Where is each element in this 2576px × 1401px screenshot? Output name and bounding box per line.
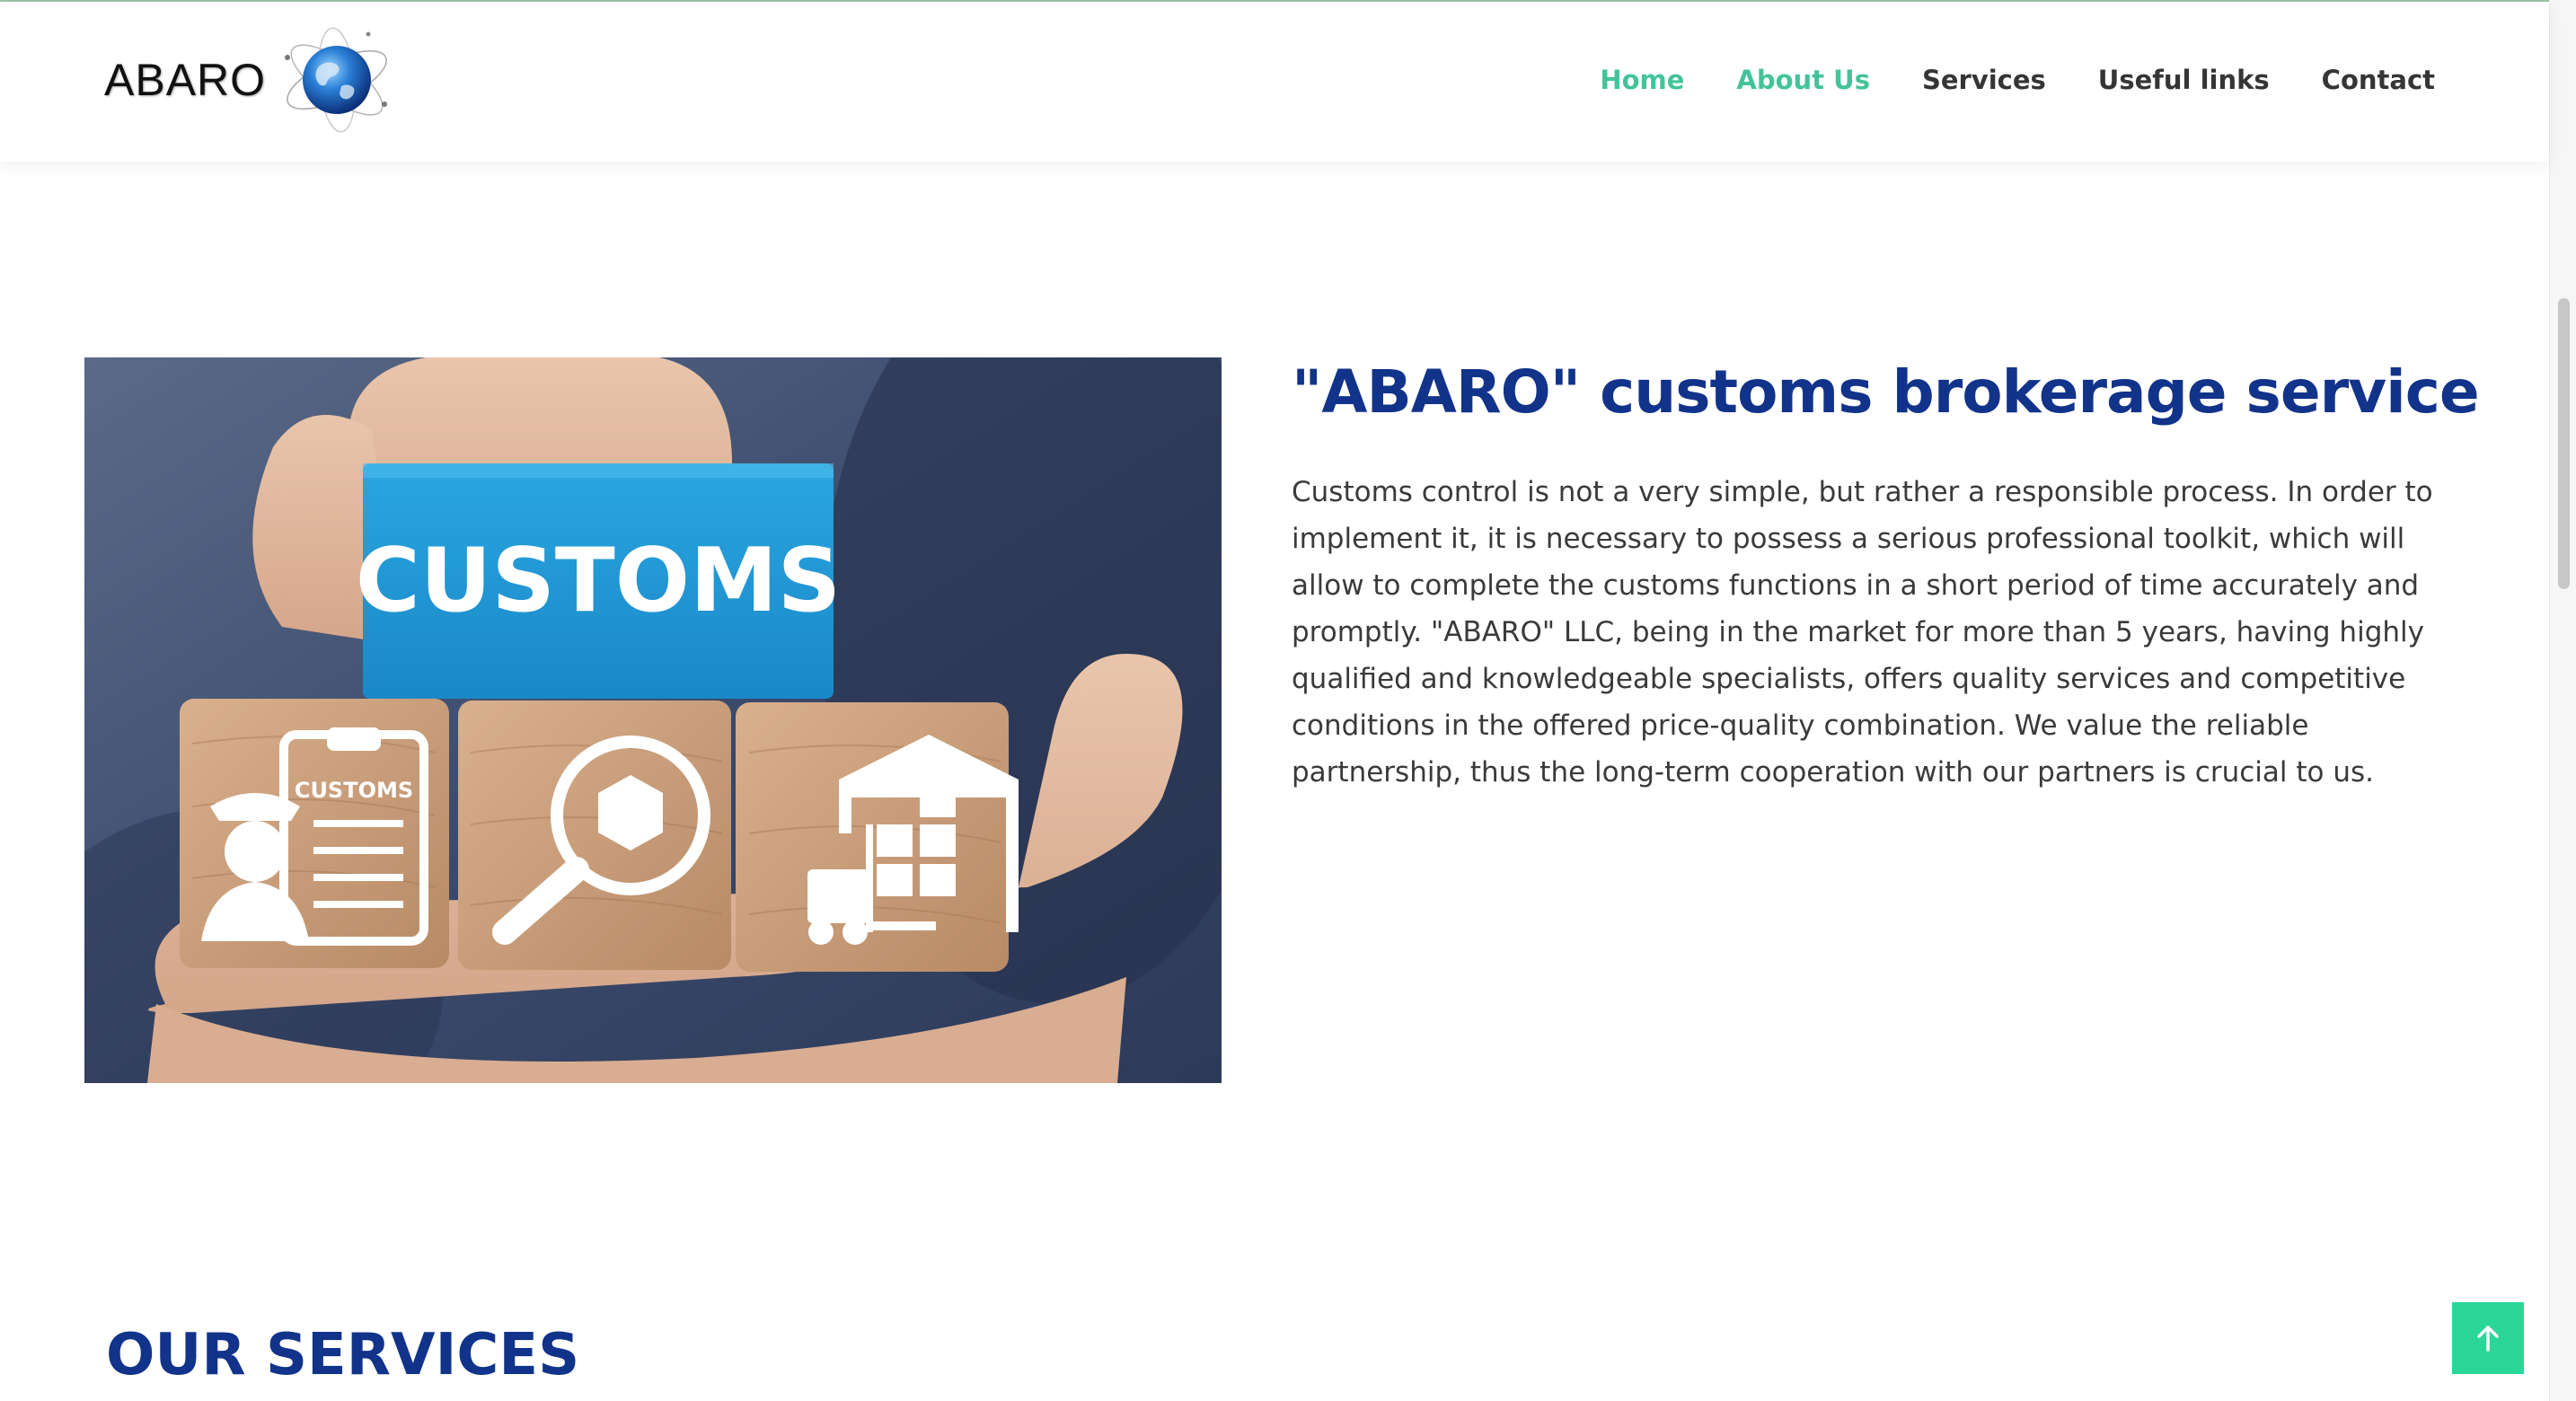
nav-home[interactable]: Home <box>1600 65 1684 104</box>
back-to-top-button[interactable] <box>2452 1302 2524 1374</box>
intro-paragraph: Customs control is not a very simple, bu… <box>1292 476 2433 789</box>
customs-blocks-illustration: CUSTOMS CUSTOMS <box>84 357 1222 1083</box>
arrow-up-icon <box>2477 1326 2499 1352</box>
site-header: ABARO Home About Us Services Useful link… <box>0 2 2549 162</box>
nav-services[interactable]: Services <box>1922 65 2046 104</box>
scrollbar-thumb[interactable] <box>2558 298 2570 589</box>
nav-contact[interactable]: Contact <box>2322 65 2435 104</box>
services-section-title: OUR SERVICES <box>106 1322 580 1388</box>
nav-useful-links[interactable]: Useful links <box>2098 65 2270 104</box>
main-nav: Home About Us Services Useful links Cont… <box>1600 65 2435 104</box>
vertical-scrollbar[interactable] <box>2549 0 2576 1401</box>
page: ABARO Home About Us Services Useful link… <box>0 0 2576 1401</box>
logo-text[interactable]: ABARO <box>104 54 266 106</box>
customs-block-label: CUSTOMS <box>356 530 841 632</box>
globe-icon[interactable] <box>278 22 395 138</box>
page-title: "ABARO" customs brokerage service <box>1292 357 2480 427</box>
customs-small-label: CUSTOMS <box>295 778 413 803</box>
nav-about-us[interactable]: About Us <box>1736 65 1870 104</box>
customs-hero-image: CUSTOMS CUSTOMS <box>84 357 1222 1083</box>
